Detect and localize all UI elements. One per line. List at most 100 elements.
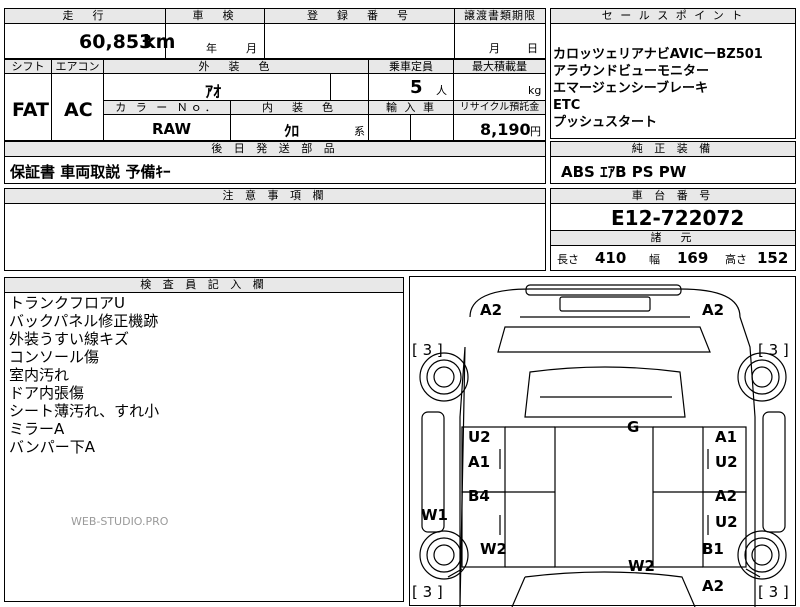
dimensions-header: 諸 元 [550, 230, 796, 246]
mark-hood: W2 [628, 557, 655, 575]
sales-point-item: プッシュスタート [553, 115, 658, 130]
tire-icon [419, 530, 469, 580]
inspector-notes: トランクフロアU バックパネル修正機跡 外装うすい線キズ コンソール傷 室内汚れ… [9, 294, 159, 456]
mark-right-rear-door-1: A1 [715, 428, 738, 446]
height-value: 152 [757, 249, 789, 267]
mark-left-front-fender: W2 [480, 540, 507, 558]
rear-window [497, 326, 711, 353]
caution-header: 注 意 事 項 欄 [4, 188, 546, 204]
sales-point-item: カロッツェリアナビAVICーBZ501 [553, 47, 763, 62]
accessories-cell: 保証書 車両取説 予備ｷｰ [4, 156, 546, 184]
chassis-value: E12-722072 [611, 206, 745, 230]
interior-value: ｸﾛ [284, 122, 300, 140]
dimensions-cell: 長さ 410 幅 169 高さ 152 [550, 245, 796, 271]
roof [524, 366, 686, 418]
recycle-unit: 円 [530, 125, 541, 138]
registration-cell [264, 23, 455, 59]
mark-right-front-fender: B1 [702, 540, 724, 558]
inspector-cell: トランクフロアU バックパネル修正機跡 外装うすい線キズ コンソール傷 室内汚れ… [4, 292, 404, 602]
inspector-note: バックパネル修正機跡 [9, 312, 159, 330]
chassis-header: 車 台 番 号 [550, 188, 796, 204]
length-value: 410 [595, 249, 627, 267]
genuine-header: 純 正 装 備 [550, 141, 796, 157]
color-no-header: カ ラ ー Ｎｏ． [103, 100, 231, 115]
inspector-note: トランクフロアU [9, 294, 125, 312]
cabin [554, 426, 654, 568]
interior-suffix: 系 [354, 125, 365, 138]
exterior-value: ｱｵ [205, 82, 222, 101]
inspection-header: 車 検 [165, 8, 265, 24]
tire-icon [737, 352, 787, 402]
inspection-month-label: 月 [246, 42, 257, 55]
chassis-cell: E12-722072 [550, 203, 796, 231]
inspector-note: ミラーA [9, 420, 65, 438]
sales-point-box: カロッツェリアナビAVICーBZ501 アラウンドビューモニター エマージェンシ… [550, 23, 796, 139]
mark-right-front-door-2: U2 [715, 513, 738, 531]
mark-right-front-door-1: A2 [715, 487, 738, 505]
mark-left-rear-door-1: U2 [468, 428, 491, 446]
mark-right-rear-door-2: U2 [715, 453, 738, 471]
transfer-cell: 月 日 [454, 23, 546, 59]
interior-header: 内 装 色 [230, 100, 369, 115]
inspection-year-label: 年 [206, 42, 217, 55]
mark-tire-rr: [ 3 ] [758, 341, 789, 359]
shift-header: シフト [4, 59, 52, 74]
length-label: 長さ [557, 253, 579, 266]
aircon-header: エアコン [51, 59, 104, 74]
mark-left-front-door: B4 [468, 487, 490, 505]
maxload-unit: kg [528, 84, 542, 97]
mark-left-rear-door-2: A1 [468, 453, 491, 471]
center-pillar-left [505, 426, 555, 568]
rear-plate [559, 296, 651, 312]
import-header: 輸 入 車 [368, 100, 454, 115]
inspector-note: ドア内張傷 [9, 384, 85, 402]
genuine-value: ABS ｴｱB PS PW [561, 163, 687, 181]
car-body-outline [459, 288, 756, 607]
width-label: 幅 [649, 253, 660, 266]
sales-point-list: カロッツェリアナビAVICーBZ501 アラウンドビューモニター エマージェンシ… [553, 46, 763, 131]
mark-tire-rl: [ 3 ] [412, 341, 443, 359]
mark-front-right: A2 [702, 577, 725, 595]
inspector-note: 室内汚れ [9, 366, 70, 384]
mark-rear-right: A2 [702, 301, 725, 319]
mileage-value: 60,853 [79, 31, 153, 53]
accessories-header: 後 日 発 送 部 品 [4, 141, 546, 157]
rear-bumper [525, 284, 682, 296]
registration-header: 登 録 番 号 [264, 8, 455, 24]
exterior-header: 外 装 色 [103, 59, 369, 74]
sill-right [762, 411, 786, 533]
mark-tire-fr: [ 3 ] [758, 583, 789, 601]
genuine-cell: ABS ｴｱB PS PW [550, 156, 796, 184]
watermark: WEB-STUDIO.PRO [71, 515, 169, 528]
color-no-value: RAW [152, 120, 192, 138]
sales-point-item: エマージェンシーブレーキ [553, 81, 708, 96]
sales-point-header: セ ー ル ス ポ イ ン ト [550, 8, 796, 24]
car-diagram-box: A2 A2 [ 3 ] [ 3 ] G U2 A1 A1 U2 B4 A2 U2… [409, 276, 796, 607]
mark-left-sill: W1 [421, 506, 448, 524]
mark-tire-fl: [ 3 ] [412, 583, 443, 601]
transfer-day-label: 日 [527, 42, 538, 55]
mileage-cell: 60,853 km [4, 23, 175, 59]
aircon-value: AC [64, 99, 93, 121]
tire-icon [737, 530, 787, 580]
inspection-cell: 年 月 [165, 23, 265, 59]
sales-point-item: ETC [553, 98, 581, 113]
mileage-header: 走 行 [4, 8, 166, 24]
hood [511, 571, 696, 607]
recycle-value: 8,190 [480, 120, 531, 139]
transfer-month-label: 月 [489, 42, 500, 55]
inspector-note: シート薄汚れ、すれ小 [9, 402, 160, 420]
transfer-header: 譲渡書類期限 [454, 8, 546, 24]
mark-trunk: G [627, 418, 640, 436]
accessories-value: 保証書 車両取説 予備ｷｰ [10, 163, 171, 181]
inspector-header: 検 査 員 記 入 欄 [4, 277, 404, 293]
inspector-note: 外装うすい線キズ [9, 330, 130, 348]
maxload-header: 最大積載量 [453, 59, 546, 74]
capacity-value: 5 [410, 77, 423, 98]
mark-rear-left: A2 [480, 301, 503, 319]
tire-icon [419, 352, 469, 402]
sales-point-item: アラウンドビューモニター [553, 64, 710, 79]
inspector-note: バンパー下A [9, 438, 96, 456]
caution-cell [4, 203, 546, 271]
inspector-note: コンソール傷 [9, 348, 100, 366]
